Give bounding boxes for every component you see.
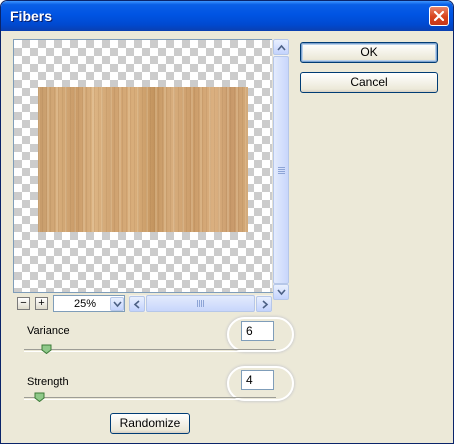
arrow-left-icon <box>133 300 140 309</box>
arrow-up-icon <box>277 44 286 51</box>
scroll-right-button[interactable] <box>256 296 272 312</box>
zoom-dropdown-button[interactable] <box>110 297 124 311</box>
close-button[interactable] <box>429 6 449 26</box>
grip-icon <box>278 167 285 174</box>
zoom-select[interactable]: 25% <box>53 295 125 312</box>
preview-panel[interactable] <box>13 39 277 293</box>
variance-input[interactable]: 6 <box>241 321 274 341</box>
chevron-down-icon <box>113 301 122 308</box>
strength-slider-track[interactable] <box>24 397 276 400</box>
zoom-bar: − + 25% <box>13 295 289 313</box>
strength-slider-thumb[interactable] <box>34 392 45 402</box>
horizontal-scrollbar[interactable] <box>129 295 272 312</box>
ok-button[interactable]: OK <box>300 42 438 63</box>
dialog-body: − + 25% OK Cancel Variance 6 Strength 4 … <box>4 31 450 442</box>
zoom-in-button[interactable]: + <box>35 297 48 310</box>
vertical-scroll-thumb[interactable] <box>273 56 289 284</box>
strength-input[interactable]: 4 <box>241 370 274 390</box>
zoom-out-button[interactable]: − <box>17 297 30 310</box>
vertical-scrollbar[interactable] <box>272 39 289 300</box>
zoom-value: 25% <box>74 298 97 310</box>
variance-slider-thumb[interactable] <box>41 344 52 354</box>
fiber-preview-image <box>38 87 248 232</box>
window-title: Fibers <box>10 8 53 24</box>
scroll-up-button[interactable] <box>273 39 289 55</box>
randomize-button[interactable]: Randomize <box>110 413 190 434</box>
strength-label: Strength <box>27 376 69 388</box>
title-bar[interactable]: Fibers <box>1 1 453 31</box>
close-icon <box>433 10 445 22</box>
variance-label: Variance <box>27 325 70 337</box>
cancel-button[interactable]: Cancel <box>300 72 438 93</box>
fibers-dialog: Fibers − + 25% OK Cancel Variance 6 Stre… <box>0 0 454 444</box>
grip-icon <box>197 300 204 307</box>
variance-slider-track[interactable] <box>24 349 276 352</box>
scroll-left-button[interactable] <box>129 296 145 312</box>
arrow-right-icon <box>262 300 269 309</box>
horizontal-scroll-thumb[interactable] <box>146 295 255 312</box>
